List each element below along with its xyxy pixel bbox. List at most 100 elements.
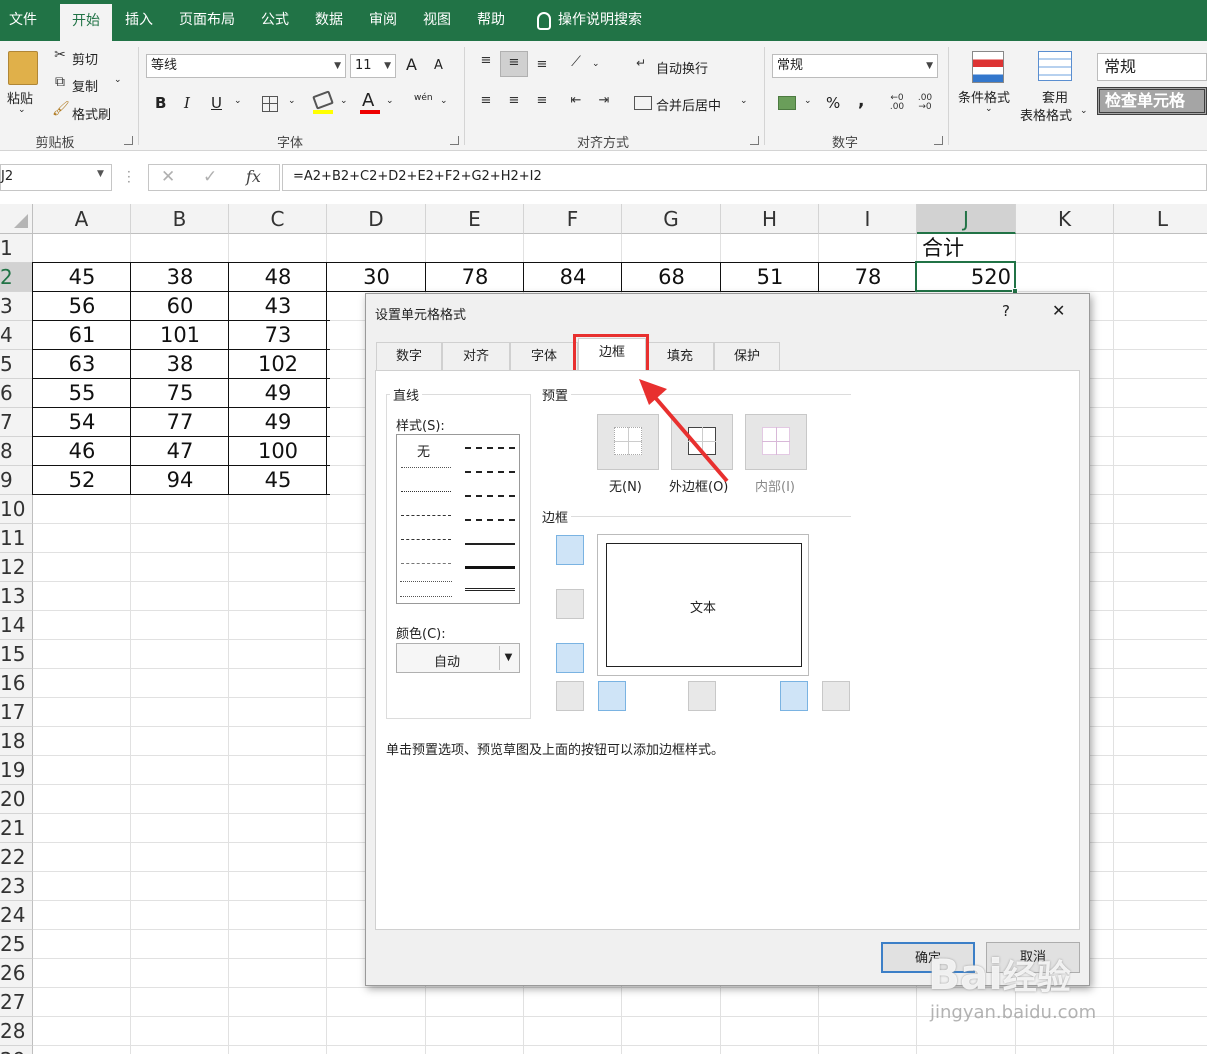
row-header[interactable]: 28 (0, 1017, 33, 1046)
tab-font[interactable]: 字体 (510, 342, 578, 371)
cut-button[interactable]: 剪切 (72, 49, 98, 68)
row-header[interactable]: 5 (0, 350, 33, 379)
border-diagonal-up-button[interactable] (556, 681, 584, 711)
row-header[interactable]: 9 (0, 466, 33, 495)
cell-style-check[interactable]: 检查单元格 (1097, 87, 1207, 115)
cell[interactable]: 68 (622, 263, 721, 292)
underline-button[interactable]: U (211, 94, 222, 112)
cell[interactable]: 73 (229, 321, 327, 350)
chevron-down-icon[interactable]: ⌄ (740, 96, 748, 106)
tab-page-layout[interactable]: 页面布局 (170, 0, 244, 41)
row-header[interactable]: 11 (0, 524, 33, 553)
row-header[interactable]: 18 (0, 727, 33, 756)
dialog-launcher-icon[interactable] (124, 136, 133, 145)
percent-button[interactable]: % (826, 94, 840, 112)
cell[interactable]: 38 (131, 263, 229, 292)
help-button[interactable]: ? (1002, 302, 1010, 320)
chevron-down-icon[interactable]: ▼ (499, 646, 517, 670)
line-style-thick[interactable] (465, 566, 515, 569)
align-center-icon[interactable]: ≡ (504, 93, 524, 108)
cell[interactable]: 52 (33, 466, 131, 495)
line-style-dotted[interactable] (401, 491, 451, 492)
decrease-decimal-icon[interactable]: .00 →0 (914, 94, 936, 112)
phonetic-guide-button[interactable]: wén (414, 93, 433, 103)
copy-button[interactable]: 复制 (72, 76, 98, 95)
currency-icon[interactable] (778, 96, 796, 110)
line-style-dashed[interactable] (401, 563, 451, 564)
tab-file[interactable]: 文件 (0, 0, 46, 41)
cell[interactable]: 47 (131, 437, 229, 466)
dialog-launcher-icon[interactable] (450, 136, 459, 145)
font-size-combo[interactable]: 11 ▼ (350, 54, 396, 78)
bold-button[interactable]: B (155, 94, 166, 112)
column-header[interactable]: K (1016, 204, 1114, 234)
orientation-icon[interactable]: ⟋ (566, 54, 586, 70)
row-header[interactable]: 21 (0, 814, 33, 843)
cell[interactable]: 54 (33, 408, 131, 437)
row-header[interactable]: 23 (0, 872, 33, 901)
row-header[interactable]: 19 (0, 756, 33, 785)
row-header[interactable]: 26 (0, 959, 33, 988)
row-header[interactable]: 3 (0, 292, 33, 321)
cell[interactable]: 51 (721, 263, 819, 292)
chevron-down-icon[interactable]: ⌄ (288, 96, 296, 106)
border-top-button[interactable] (556, 535, 584, 565)
close-icon[interactable]: ✕ (1052, 301, 1065, 320)
align-right-icon[interactable]: ≡ (532, 93, 552, 108)
line-style-slanted-dashdot[interactable] (465, 471, 515, 473)
tab-fill[interactable]: 填充 (646, 342, 714, 371)
chevron-down-icon[interactable]: ⌄ (340, 96, 348, 106)
line-style-thin-selected[interactable] (400, 581, 452, 597)
row-header[interactable]: 10 (0, 495, 33, 524)
format-painter-button[interactable]: 格式刷 (72, 104, 111, 123)
tab-view[interactable]: 视图 (414, 0, 460, 41)
line-style-medium-dashed[interactable] (465, 519, 515, 521)
row-header[interactable]: 15 (0, 640, 33, 669)
border-middle-button[interactable] (556, 589, 584, 619)
tab-data[interactable]: 数据 (306, 0, 352, 41)
dialog-launcher-icon[interactable] (934, 136, 943, 145)
row-header[interactable]: 8 (0, 437, 33, 466)
cell[interactable]: 101 (131, 321, 229, 350)
comma-style-button[interactable]: , (858, 91, 864, 111)
row-header[interactable]: 27 (0, 988, 33, 1017)
chevron-down-icon[interactable]: ⌄ (985, 104, 993, 114)
column-header[interactable]: G (622, 204, 721, 234)
cell[interactable]: 56 (33, 292, 131, 321)
format-as-table-line2[interactable]: 表格格式 (1020, 105, 1072, 124)
formula-input[interactable]: =A2+B2+C2+D2+E2+F2+G2+H2+I2 (282, 164, 1207, 191)
line-style-hair[interactable] (401, 467, 451, 468)
conditional-format-button[interactable]: 条件格式 (958, 87, 1010, 106)
chevron-down-icon[interactable]: ⌄ (440, 96, 448, 106)
tab-home[interactable]: 开始 (60, 4, 112, 41)
cancel-icon[interactable]: ✕ (161, 167, 175, 187)
column-header[interactable]: B (131, 204, 229, 234)
line-style-none[interactable]: 无 (417, 441, 430, 460)
row-header[interactable]: 25 (0, 930, 33, 959)
cell[interactable]: 合计 (917, 234, 1016, 263)
border-left-button[interactable] (598, 681, 626, 711)
cell[interactable]: 78 (819, 263, 917, 292)
align-left-icon[interactable]: ≡ (476, 93, 496, 108)
line-style-dashdotdot[interactable] (401, 515, 451, 516)
preset-inside-button[interactable] (745, 414, 807, 470)
tab-insert[interactable]: 插入 (116, 0, 162, 41)
shrink-font-button[interactable]: A (434, 58, 443, 73)
chevron-down-icon[interactable]: ⌄ (804, 96, 812, 106)
borders-icon[interactable] (262, 96, 278, 112)
border-diagonal-down-button[interactable] (822, 681, 850, 711)
border-preview[interactable]: 文本 (597, 534, 809, 676)
conditional-format-icon[interactable] (972, 51, 1004, 83)
number-format-combo[interactable]: 常规 ▼ (772, 54, 938, 78)
column-header[interactable]: F (524, 204, 622, 234)
cell[interactable]: 61 (33, 321, 131, 350)
tab-help[interactable]: 帮助 (468, 0, 514, 41)
row-header[interactable]: 14 (0, 611, 33, 640)
cell[interactable]: 46 (33, 437, 131, 466)
line-style-medium-dashdot[interactable] (465, 495, 515, 497)
line-style-list[interactable]: 无 (396, 434, 520, 604)
tab-alignment[interactable]: 对齐 (442, 342, 510, 371)
cell[interactable]: 60 (131, 292, 229, 321)
cell[interactable]: 30 (327, 263, 426, 292)
line-style-medium[interactable] (465, 543, 515, 545)
